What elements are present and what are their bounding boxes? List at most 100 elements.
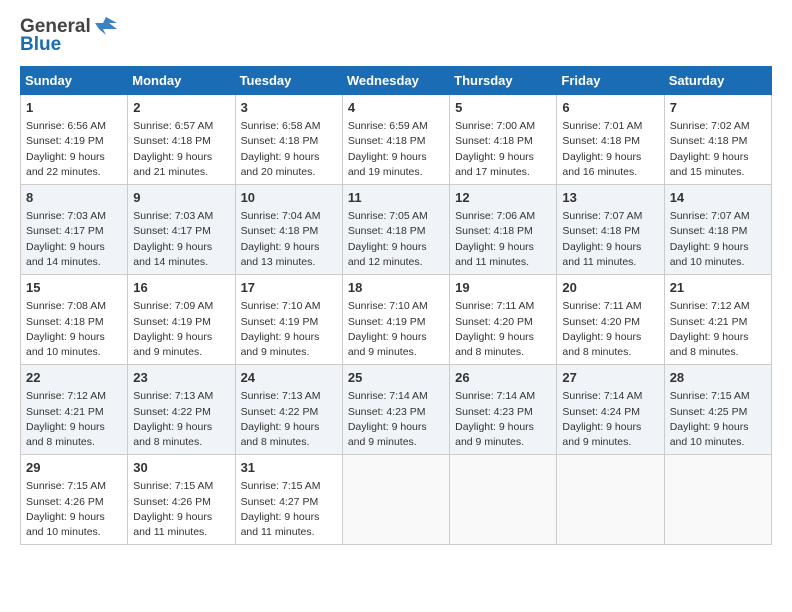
cell-content: Sunrise: 7:11 AMSunset: 4:20 PMDaylight:… — [455, 299, 551, 360]
page-header: General Blue — [20, 16, 772, 56]
calendar-cell: 20 Sunrise: 7:11 AMSunset: 4:20 PMDayligh… — [557, 275, 664, 365]
day-number: 13 — [562, 189, 658, 207]
day-number: 27 — [562, 369, 658, 387]
calendar-cell: 5Sunrise: 7:00 AMSunset: 4:18 PMDaylight… — [450, 95, 557, 185]
cell-content: Sunrise: 7:10 AMSunset: 4:19 PMDaylight:… — [348, 299, 444, 360]
cell-content: Sunrise: 7:07 AMSunset: 4:18 PMDaylight:… — [562, 209, 658, 270]
calendar-cell: 19 Sunrise: 7:11 AMSunset: 4:20 PMDayligh… — [450, 275, 557, 365]
cell-content: Sunrise: 7:02 AMSunset: 4:18 PMDaylight:… — [670, 119, 766, 180]
day-number: 24 — [241, 369, 337, 387]
day-number: 18 — [348, 279, 444, 297]
cell-content: Sunrise: 7:09 AMSunset: 4:19 PMDaylight:… — [133, 299, 229, 360]
calendar-week-5: 29 Sunrise: 7:15 AMSunset: 4:26 PMDayligh… — [21, 455, 772, 545]
cell-content: Sunrise: 7:00 AMSunset: 4:18 PMDaylight:… — [455, 119, 551, 180]
calendar-cell: 7 Sunrise: 7:02 AMSunset: 4:18 PMDaylight… — [664, 95, 771, 185]
calendar-week-3: 15 Sunrise: 7:08 AMSunset: 4:18 PMDayligh… — [21, 275, 772, 365]
cell-content: Sunrise: 6:59 AMSunset: 4:18 PMDaylight:… — [348, 119, 444, 180]
cell-content: Sunrise: 7:06 AMSunset: 4:18 PMDaylight:… — [455, 209, 551, 270]
calendar-cell: 4 Sunrise: 6:59 AMSunset: 4:18 PMDaylight… — [342, 95, 449, 185]
calendar-cell: 2 Sunrise: 6:57 AMSunset: 4:18 PMDaylight… — [128, 95, 235, 185]
cell-content: Sunrise: 7:03 AMSunset: 4:17 PMDaylight:… — [133, 209, 229, 270]
calendar-cell: 1Sunrise: 6:56 AMSunset: 4:19 PMDaylight… — [21, 95, 128, 185]
cell-content: Sunrise: 7:13 AMSunset: 4:22 PMDaylight:… — [241, 389, 337, 450]
calendar-week-4: 22 Sunrise: 7:12 AMSunset: 4:21 PMDayligh… — [21, 365, 772, 455]
logo-bird-icon — [95, 15, 117, 37]
calendar-cell — [557, 455, 664, 545]
day-number: 20 — [562, 279, 658, 297]
day-number: 14 — [670, 189, 766, 207]
calendar-cell: 24 Sunrise: 7:13 AMSunset: 4:22 PMDayligh… — [235, 365, 342, 455]
cell-content: Sunrise: 7:08 AMSunset: 4:18 PMDaylight:… — [26, 299, 122, 360]
day-number: 17 — [241, 279, 337, 297]
cell-content: Sunrise: 7:15 AMSunset: 4:26 PMDaylight:… — [26, 479, 122, 540]
day-number: 4 — [348, 99, 444, 117]
calendar-cell: 15 Sunrise: 7:08 AMSunset: 4:18 PMDayligh… — [21, 275, 128, 365]
cell-content: Sunrise: 6:57 AMSunset: 4:18 PMDaylight:… — [133, 119, 229, 180]
cell-content: Sunrise: 7:03 AMSunset: 4:17 PMDaylight:… — [26, 209, 122, 270]
calendar-cell — [664, 455, 771, 545]
calendar-cell: 29 Sunrise: 7:15 AMSunset: 4:26 PMDayligh… — [21, 455, 128, 545]
calendar-cell: 8Sunrise: 7:03 AMSunset: 4:17 PMDaylight… — [21, 185, 128, 275]
calendar-cell: 31Sunrise: 7:15 AMSunset: 4:27 PMDayligh… — [235, 455, 342, 545]
cell-content: Sunrise: 7:04 AMSunset: 4:18 PMDaylight:… — [241, 209, 337, 270]
day-number: 28 — [670, 369, 766, 387]
day-number: 22 — [26, 369, 122, 387]
calendar-cell: 22 Sunrise: 7:12 AMSunset: 4:21 PMDayligh… — [21, 365, 128, 455]
day-number: 16 — [133, 279, 229, 297]
calendar-cell: 26 Sunrise: 7:14 AMSunset: 4:23 PMDayligh… — [450, 365, 557, 455]
cell-content: Sunrise: 7:14 AMSunset: 4:24 PMDaylight:… — [562, 389, 658, 450]
day-number: 29 — [26, 459, 122, 477]
calendar-header-row: SundayMondayTuesdayWednesdayThursdayFrid… — [21, 67, 772, 95]
calendar-cell: 17 Sunrise: 7:10 AMSunset: 4:19 PMDayligh… — [235, 275, 342, 365]
calendar-cell: 23Sunrise: 7:13 AMSunset: 4:22 PMDayligh… — [128, 365, 235, 455]
calendar-cell: 12 Sunrise: 7:06 AMSunset: 4:18 PMDayligh… — [450, 185, 557, 275]
cell-content: Sunrise: 7:14 AMSunset: 4:23 PMDaylight:… — [348, 389, 444, 450]
cell-content: Sunrise: 6:58 AMSunset: 4:18 PMDaylight:… — [241, 119, 337, 180]
header-day-monday: Monday — [128, 67, 235, 95]
day-number: 6 — [562, 99, 658, 117]
cell-content: Sunrise: 7:10 AMSunset: 4:19 PMDaylight:… — [241, 299, 337, 360]
calendar-cell — [342, 455, 449, 545]
cell-content: Sunrise: 7:13 AMSunset: 4:22 PMDaylight:… — [133, 389, 229, 450]
day-number: 3 — [241, 99, 337, 117]
day-number: 11 — [348, 189, 444, 207]
calendar-cell: 27 Sunrise: 7:14 AMSunset: 4:24 PMDayligh… — [557, 365, 664, 455]
calendar-cell: 9 Sunrise: 7:03 AMSunset: 4:17 PMDaylight… — [128, 185, 235, 275]
calendar-cell: 25 Sunrise: 7:14 AMSunset: 4:23 PMDayligh… — [342, 365, 449, 455]
cell-content: Sunrise: 7:05 AMSunset: 4:18 PMDaylight:… — [348, 209, 444, 270]
logo: General Blue — [20, 16, 117, 56]
calendar-cell: 30 Sunrise: 7:15 AMSunset: 4:26 PMDayligh… — [128, 455, 235, 545]
header-day-saturday: Saturday — [664, 67, 771, 95]
day-number: 12 — [455, 189, 551, 207]
calendar-cell: 11 Sunrise: 7:05 AMSunset: 4:18 PMDayligh… — [342, 185, 449, 275]
calendar-week-1: 1Sunrise: 6:56 AMSunset: 4:19 PMDaylight… — [21, 95, 772, 185]
cell-content: Sunrise: 7:15 AMSunset: 4:26 PMDaylight:… — [133, 479, 229, 540]
logo-blue-text: Blue — [20, 34, 61, 56]
calendar-cell: 3 Sunrise: 6:58 AMSunset: 4:18 PMDaylight… — [235, 95, 342, 185]
calendar-week-2: 8Sunrise: 7:03 AMSunset: 4:17 PMDaylight… — [21, 185, 772, 275]
cell-content: Sunrise: 7:14 AMSunset: 4:23 PMDaylight:… — [455, 389, 551, 450]
day-number: 2 — [133, 99, 229, 117]
day-number: 10 — [241, 189, 337, 207]
header-day-friday: Friday — [557, 67, 664, 95]
cell-content: Sunrise: 7:12 AMSunset: 4:21 PMDaylight:… — [26, 389, 122, 450]
calendar-cell: 10 Sunrise: 7:04 AMSunset: 4:18 PMDayligh… — [235, 185, 342, 275]
day-number: 25 — [348, 369, 444, 387]
day-number: 9 — [133, 189, 229, 207]
calendar-cell: 14 Sunrise: 7:07 AMSunset: 4:18 PMDayligh… — [664, 185, 771, 275]
day-number: 7 — [670, 99, 766, 117]
day-number: 26 — [455, 369, 551, 387]
cell-content: Sunrise: 7:11 AMSunset: 4:20 PMDaylight:… — [562, 299, 658, 360]
header-day-wednesday: Wednesday — [342, 67, 449, 95]
day-number: 21 — [670, 279, 766, 297]
cell-content: Sunrise: 7:07 AMSunset: 4:18 PMDaylight:… — [670, 209, 766, 270]
day-number: 15 — [26, 279, 122, 297]
day-number: 30 — [133, 459, 229, 477]
calendar-cell: 6Sunrise: 7:01 AMSunset: 4:18 PMDaylight… — [557, 95, 664, 185]
day-number: 19 — [455, 279, 551, 297]
day-number: 31 — [241, 459, 337, 477]
day-number: 1 — [26, 99, 122, 117]
header-day-thursday: Thursday — [450, 67, 557, 95]
calendar-cell: 21Sunrise: 7:12 AMSunset: 4:21 PMDayligh… — [664, 275, 771, 365]
header-day-tuesday: Tuesday — [235, 67, 342, 95]
